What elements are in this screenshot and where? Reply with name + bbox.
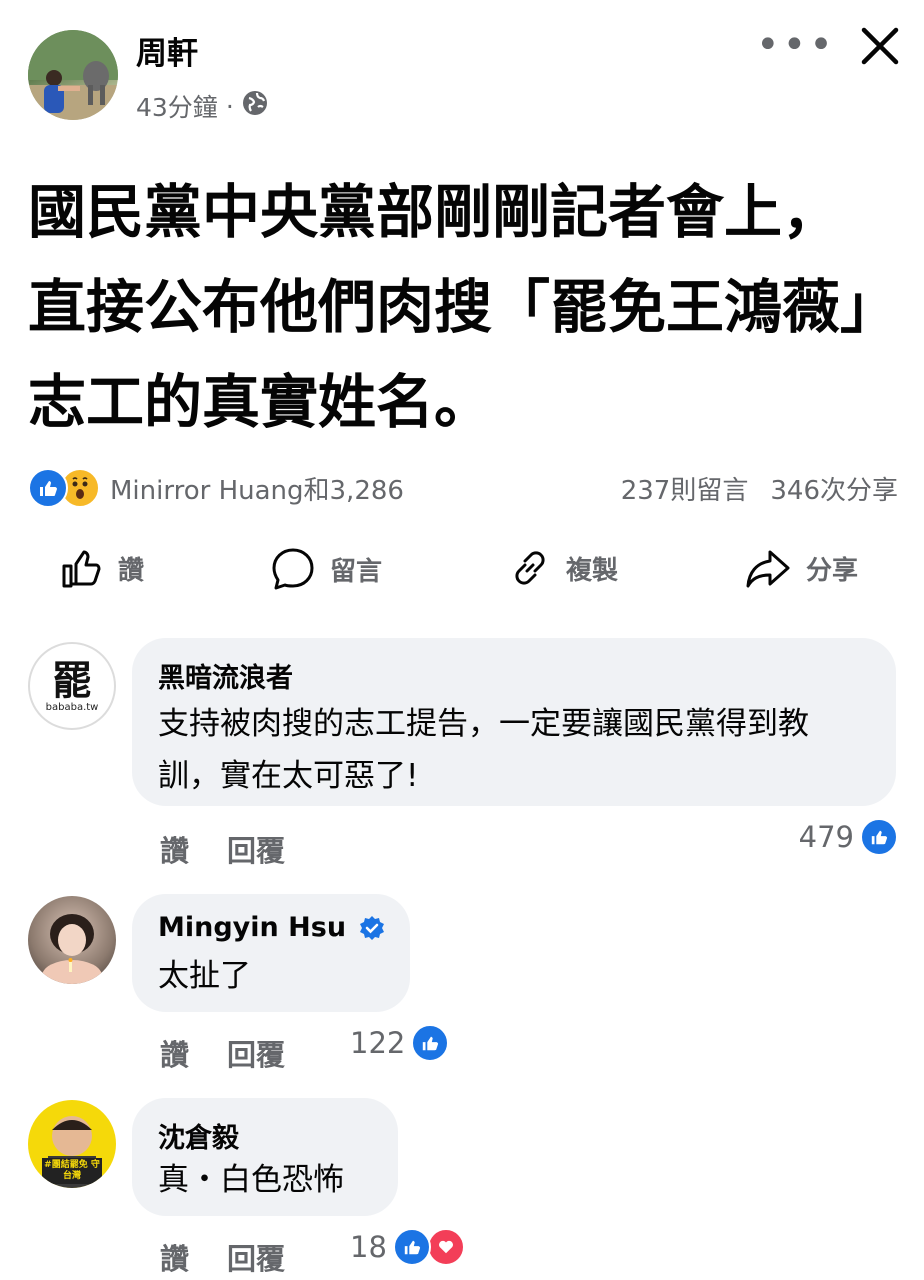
copy-label: 複製	[566, 555, 619, 586]
reaction-count: Minirror Huang和3,286	[110, 475, 404, 506]
like-reaction-icon	[411, 1024, 450, 1062]
more-options-icon[interactable]: •••	[756, 22, 836, 68]
share-count[interactable]: 346次分享	[770, 470, 898, 507]
comment-bubble[interactable]: 黑暗流浪者 支持被肉搜的志工提告，一定要讓國民黨得到教訓，實在太可惡了!	[132, 638, 896, 806]
like-reaction-icon	[860, 818, 898, 856]
comment-actions: 讚 回覆	[160, 1236, 285, 1278]
comment-like-button[interactable]: 讚	[160, 1236, 189, 1278]
commenter-name-text: 黑暗流浪者	[158, 663, 293, 694]
comment-reply-button[interactable]: 回覆	[227, 1236, 285, 1278]
comment-like-button[interactable]: 讚	[160, 1032, 189, 1074]
post-meta: 43分鐘 ·	[136, 88, 268, 124]
link-icon	[515, 551, 545, 585]
comment-reaction-count[interactable]: 479	[799, 818, 898, 856]
comment-bubble[interactable]: 沈倉毅 真・白色恐怖	[132, 1098, 398, 1216]
like-reaction-icon	[392, 1228, 431, 1266]
thumbs-up-icon	[62, 550, 101, 588]
avatar-badge-text: #團結罷免 守台灣	[42, 1158, 102, 1184]
post-stats: 237則留言 346次分享	[621, 470, 898, 507]
post-body-text: 國民黨中央黨部剛剛記者會上，直接公布他們肉搜「罷免王鴻薇」志工的真實姓名。	[28, 178, 870, 436]
reaction-number: 18	[350, 1230, 387, 1264]
comment-count[interactable]: 237則留言	[621, 470, 749, 507]
reactions-summary[interactable]: Minirror Huang和3,286	[28, 468, 404, 508]
comment-bubble-icon	[272, 548, 314, 590]
commenter-name[interactable]: Mingyin Hsu	[158, 912, 386, 943]
comment-reaction-count[interactable]: 18	[350, 1228, 465, 1266]
like-label: 讚	[118, 555, 145, 586]
globe-icon	[242, 90, 268, 122]
commenter-name[interactable]: 黑暗流浪者	[158, 656, 293, 695]
comment-text: 支持被肉搜的志工提告，一定要讓國民黨得到教訓，實在太可惡了!	[158, 706, 809, 794]
commenter-name-text: 沈倉毅	[158, 1123, 239, 1154]
share-arrow-icon	[746, 550, 790, 588]
comment-actions: 讚 回覆	[160, 1032, 285, 1074]
commenter-avatar[interactable]: 罷 bababa.tw	[28, 642, 116, 730]
avatar-logo-text: 罷	[52, 657, 92, 704]
commenter-name[interactable]: 沈倉毅	[158, 1116, 239, 1155]
close-icon[interactable]	[860, 24, 900, 68]
comment-actions: 讚 回覆	[160, 828, 285, 870]
comment-reply-button[interactable]: 回覆	[227, 828, 285, 870]
post-time[interactable]: 43分鐘	[136, 88, 218, 124]
author-name[interactable]: 周軒	[136, 28, 198, 73]
avatar-logo-subtext: bababa.tw	[45, 701, 99, 713]
comment-text: 真・白色恐怖	[158, 1162, 344, 1198]
commenter-avatar[interactable]	[28, 896, 116, 984]
comment-button[interactable]: 留言	[270, 546, 382, 592]
share-label: 分享	[806, 555, 859, 586]
comment-like-button[interactable]: 讚	[160, 828, 189, 870]
comment-text: 太扯了	[158, 958, 251, 994]
comment-label: 留言	[330, 556, 383, 587]
reaction-number: 479	[798, 820, 854, 854]
share-button[interactable]: 分享	[744, 546, 858, 590]
like-button[interactable]: 讚	[60, 546, 144, 590]
comment-reaction-count[interactable]: 122	[350, 1024, 450, 1062]
commenter-avatar[interactable]: #團結罷免 守台灣	[28, 1100, 116, 1188]
commenter-name-text: Mingyin Hsu	[158, 912, 347, 943]
author-avatar[interactable]	[28, 30, 118, 120]
love-reaction-icon	[426, 1228, 465, 1266]
like-reaction-icon	[28, 468, 68, 508]
comment-bubble[interactable]: Mingyin Hsu 太扯了	[132, 894, 410, 1012]
meta-separator: ·	[225, 91, 234, 121]
copy-button[interactable]: 複製	[508, 546, 618, 590]
reaction-number: 122	[350, 1026, 406, 1060]
verified-badge-icon	[360, 915, 385, 940]
comment-reply-button[interactable]: 回覆	[227, 1032, 285, 1074]
